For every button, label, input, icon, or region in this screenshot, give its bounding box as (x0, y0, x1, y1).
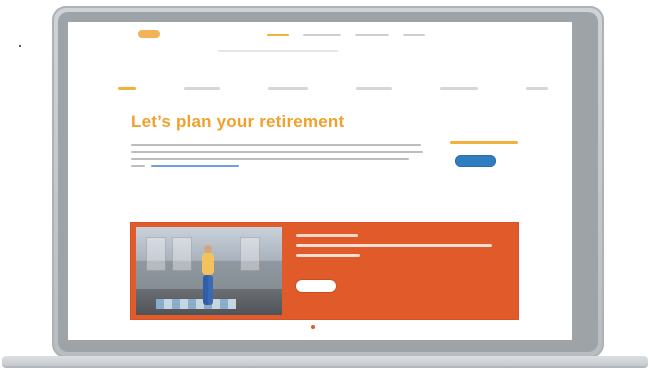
top-nav (267, 31, 425, 36)
ready-to-enroll-title (450, 141, 518, 144)
tab-active[interactable] (118, 86, 136, 90)
laptop-base (2, 356, 648, 366)
tab[interactable] (356, 86, 392, 90)
hero-banner (130, 222, 519, 320)
photo-window (146, 237, 166, 271)
tab[interactable] (526, 86, 548, 90)
intro-paragraph (131, 144, 423, 167)
top-nav-item-active[interactable] (267, 34, 289, 36)
hero-text (296, 234, 508, 292)
top-nav-item[interactable] (303, 34, 341, 36)
section-tabs (118, 81, 548, 95)
top-nav-item[interactable] (355, 34, 389, 36)
hero-line (296, 244, 492, 247)
tab[interactable] (440, 86, 478, 90)
hero-line (296, 254, 360, 257)
carousel-dot[interactable] (311, 325, 315, 329)
person-body (202, 253, 214, 275)
laptop: Let’s plan your retirement (52, 6, 604, 358)
person-legs (203, 275, 213, 305)
laptop-screen: Let’s plan your retirement (68, 22, 572, 340)
hero-photo (136, 227, 282, 315)
photo-window (172, 237, 192, 271)
tiny-mark (18, 44, 22, 48)
hero-eyebrow (296, 234, 358, 237)
paragraph-line (131, 151, 423, 153)
paragraph-line (131, 158, 409, 160)
learn-more-link[interactable] (151, 165, 239, 167)
logo[interactable] (138, 30, 160, 38)
tab[interactable] (268, 86, 308, 90)
top-navigation-bar (68, 22, 572, 50)
photo-person (200, 245, 216, 307)
photo-window (240, 237, 260, 271)
tab[interactable] (184, 86, 220, 90)
paragraph-line (131, 165, 145, 167)
enroll-button[interactable] (455, 155, 496, 167)
photo-rug (156, 299, 236, 309)
paragraph-line (131, 144, 421, 146)
top-nav-item[interactable] (403, 34, 425, 36)
subheader-line (218, 50, 338, 52)
person-head (204, 245, 212, 253)
page-title: Let’s plan your retirement (131, 112, 345, 131)
hero-learn-more-button[interactable] (296, 280, 336, 292)
paragraph-last-row (131, 165, 421, 167)
